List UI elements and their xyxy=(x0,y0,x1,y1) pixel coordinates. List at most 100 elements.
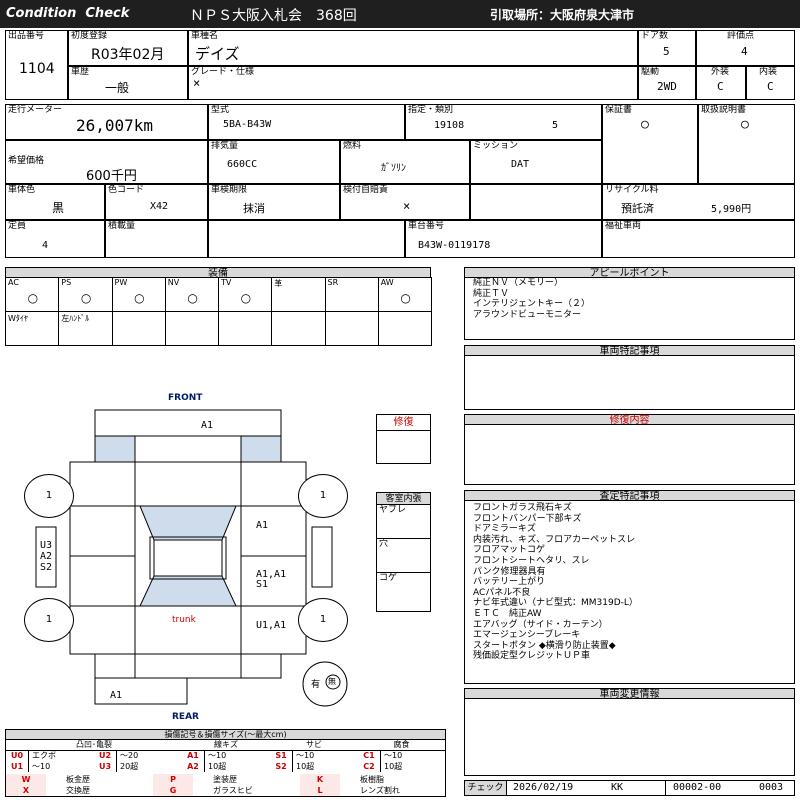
chassis-label: 車台番号 xyxy=(408,221,445,231)
legend-text: 交換歴 xyxy=(66,786,90,795)
legend-code: G xyxy=(153,785,193,796)
color-label: 車体色 xyxy=(8,185,36,195)
equip-label: AW xyxy=(380,278,394,287)
drive-cell: 駆動 2WD xyxy=(638,66,696,100)
chassis-cell: 車台番号 B43W-0119178 xyxy=(405,220,602,258)
tire-rear-left-value: 1 xyxy=(45,614,53,625)
interior-trim-title: 客室内張 xyxy=(377,493,430,505)
interior-trim-row-2: 穴 xyxy=(377,539,430,573)
repair-box-title: 修復 xyxy=(377,415,430,431)
score-label: 評価点 xyxy=(727,31,755,41)
capacity-cell: 定員 4 xyxy=(5,220,105,258)
designation-value: 19108 xyxy=(434,120,465,131)
right-rear-door-mark: A1,A1 S1 xyxy=(256,570,286,590)
legend-text: ～10 xyxy=(384,751,403,760)
equip-row2-label: 左ﾊﾝﾄﾞﾙ xyxy=(61,314,90,323)
footer-code-1: 00002-00 xyxy=(673,782,722,793)
fuel-cell: 燃料 ｶﾞｿﾘﾝ xyxy=(340,140,470,184)
interior-hole-label: 穴 xyxy=(379,539,389,549)
price-label: 希望価格 xyxy=(8,156,45,166)
equip-mark: ○ xyxy=(240,291,252,305)
interior-trim-box: 客室内張 ヤブレ 穴 コゲ xyxy=(376,492,431,612)
legend-text: ～20 xyxy=(120,751,139,760)
welfare-label: 福祉車両 xyxy=(605,221,642,231)
right-mark-3: S1 xyxy=(256,579,269,590)
changes-box xyxy=(464,698,795,776)
liability-value: × xyxy=(403,199,411,213)
drive-label: 駆動 xyxy=(641,67,660,77)
history-cell: 車歴 一般 xyxy=(68,66,188,100)
lot-number: 1104 xyxy=(19,61,55,77)
condition-check-badge: Condition Check xyxy=(6,6,130,21)
model-cell: 車種名 デイズ xyxy=(188,30,638,66)
legend: 損傷記号＆損傷サイズ(～最大cm) 凸凹･亀裂 線キズ サビ 腐食 U0 エクボ U2 ～2… xyxy=(5,729,446,797)
warranty-cell: 保証書 ○ xyxy=(602,104,698,184)
repair-box: 修復 xyxy=(376,414,431,464)
mileage-label: 走行メーター xyxy=(8,105,63,115)
price-value: 600千円 xyxy=(86,169,137,184)
legend-text: エクボ xyxy=(32,751,56,760)
legend-text: レンズ割れ xyxy=(360,786,400,795)
mission-value: DAT xyxy=(511,159,530,170)
inspector-code: KK xyxy=(611,782,624,793)
legend-text: 10超 xyxy=(384,762,403,771)
inspection-note-line: フロントシートヘタリ、スレ xyxy=(473,555,590,566)
appeal-line: 純正ＴＶ xyxy=(473,288,510,299)
rear-bumper-mark: A1 xyxy=(110,690,123,701)
legend-rows: U0 エクボ U2 ～20 A1 ～10 S1 ～10 C1 ～10 U1 ～10 U3 20超 A2 10超… xyxy=(6,750,445,772)
type-cell: 型式 5BA-B43W xyxy=(208,104,405,140)
model-label: 車種名 xyxy=(191,31,219,41)
class-number: 5 xyxy=(552,120,559,131)
right-front-door-mark: A1 xyxy=(256,520,269,531)
legend-code: A2 xyxy=(182,761,205,772)
legend-rows2: W 板金歴 P 塗装歴 K 板樹脂 X 交換歴 G ガラスヒビ L レンズ割れ xyxy=(6,774,445,796)
inspection-note-line: 内装汚れ、キズ、フロアカーペットスレ xyxy=(473,534,636,545)
legend-text: ～10 xyxy=(296,751,315,760)
inspection-note-line: スタートボタン ◆横滑り防止装置◆ xyxy=(473,640,616,651)
equip-cell-row2 xyxy=(111,311,166,346)
front-bumper-mark: A1 xyxy=(201,420,214,431)
inspection-note-line: バッテリー上がり xyxy=(473,577,546,588)
spare-tire-label: 有 xyxy=(311,680,321,690)
inspection-note-line: フロアマットコゲ xyxy=(473,545,546,556)
doors-cell: ドア数 5 xyxy=(638,30,696,66)
legend-text: 10超 xyxy=(296,762,315,771)
tire-rear-right-value: 1 xyxy=(319,614,327,625)
equip-cell: AC ○ xyxy=(5,277,60,312)
check-label: チェック xyxy=(465,781,507,795)
equip-label: TV xyxy=(221,278,232,287)
appeal-line: インテリジェントキー（２） xyxy=(473,299,591,310)
inspection-cell: 車検期限 抹消 xyxy=(208,184,340,220)
left-mirror-marks: U3 A2 S2 xyxy=(40,540,52,573)
interior-cell: 内装 C xyxy=(746,66,795,100)
front-label: FRONT xyxy=(168,393,203,403)
legend-code: X xyxy=(6,785,46,796)
equip-label: PS xyxy=(61,278,72,287)
legend-code: U0 xyxy=(6,750,29,761)
inspection-note-line: ドアミラーキズ xyxy=(473,524,536,535)
exterior-value: C xyxy=(717,80,724,93)
color-value: 黒 xyxy=(52,201,65,215)
exterior-label: 外装 xyxy=(711,67,730,77)
liability-cell: 検付自賠責 × xyxy=(340,184,470,220)
interior-tear-label: ヤブレ xyxy=(379,505,407,515)
rear-label: REAR xyxy=(172,712,199,722)
fuel-value: ｶﾞｿﾘﾝ xyxy=(381,163,406,174)
trunk-label: trunk xyxy=(172,615,196,625)
equip-cell-row2 xyxy=(377,311,432,346)
equip-row2-label: Wﾀｲﾔ xyxy=(8,314,28,323)
appeal-line: 純正ＮＶ（メモリー） xyxy=(473,278,564,288)
auction-title: ＮＰＳ大阪入札会 368回 xyxy=(190,8,357,24)
equip-cell: PS ○ xyxy=(58,277,113,312)
mileage-value: 26,007km xyxy=(76,116,154,135)
right-quarter-mark: U1,A1 xyxy=(256,620,287,631)
equip-cell: PW ○ xyxy=(111,277,166,312)
check-date: 2026/02/19 xyxy=(513,782,574,793)
footer-check: チェック 2026/02/19 KK 00002-00 0003 xyxy=(464,780,795,796)
legend-code: C1 xyxy=(358,750,381,761)
score-value: 4 xyxy=(741,45,748,58)
recycle-status: 預託済 xyxy=(621,202,654,215)
tire-front-right: 1 xyxy=(298,474,348,518)
legend-code: L xyxy=(300,785,340,796)
equip-label: PW xyxy=(114,278,128,287)
